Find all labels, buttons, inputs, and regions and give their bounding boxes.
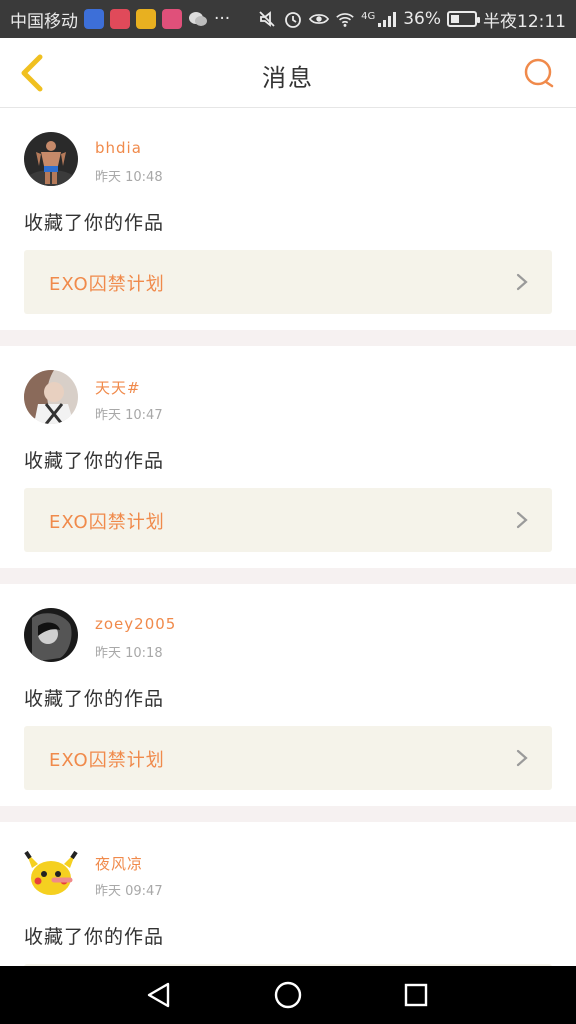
status-bar: 中国移动 ··· 4G 36% 半夜12:11 — [0, 0, 576, 38]
eye-icon — [309, 9, 330, 29]
message-time: 昨天 10:48 — [95, 170, 163, 185]
mute-icon — [257, 9, 277, 29]
chevron-right-icon — [516, 511, 528, 529]
app-header: 消息 — [0, 38, 576, 108]
screen: 中国移动 ··· 4G 36% 半夜12:11 消息 bhdia 昨天 10:4… — [0, 0, 576, 1024]
message-list[interactable]: bhdia 昨天 10:48 收藏了你的作品 EXO囚禁计划 天天# 昨天 10… — [0, 108, 576, 966]
message-action-text: 收藏了你的作品 — [24, 688, 165, 710]
message-time: 昨天 09:47 — [95, 884, 163, 899]
username-link[interactable]: bhdia — [95, 139, 142, 157]
app-notification-icon — [84, 9, 104, 29]
page-title: 消息 — [262, 64, 314, 92]
status-bar-left: 中国移动 ··· — [10, 7, 230, 32]
search-icon — [524, 58, 554, 88]
message-action-text: 收藏了你的作品 — [24, 212, 165, 234]
status-bar-right: 4G 36% 半夜12:11 — [257, 7, 566, 32]
circle-home-icon — [274, 981, 302, 1009]
message-action-text: 收藏了你的作品 — [24, 926, 165, 948]
avatar[interactable] — [24, 370, 78, 424]
message-time: 昨天 10:47 — [95, 408, 163, 423]
video-notification-icon — [162, 9, 182, 29]
signal-icon — [377, 9, 397, 29]
avatar[interactable] — [24, 132, 78, 186]
nav-recents-button[interactable] — [399, 978, 433, 1012]
alarm-icon — [283, 9, 303, 29]
username-link[interactable]: 夜风凉 — [95, 853, 143, 874]
chevron-right-icon — [516, 749, 528, 767]
message-time: 昨天 10:18 — [95, 646, 163, 661]
work-card[interactable]: EXO囚禁计划 — [24, 726, 552, 790]
carrier-label: 中国移动 — [10, 11, 78, 32]
system-navigation-bar — [0, 966, 576, 1024]
message-action-text: 收藏了你的作品 — [24, 450, 165, 472]
battery-level-fill — [451, 15, 459, 23]
work-card[interactable]: EXO囚禁计划 — [24, 488, 552, 552]
message-item[interactable]: bhdia 昨天 10:48 收藏了你的作品 EXO囚禁计划 — [0, 108, 576, 330]
message-item[interactable]: 夜风凉 昨天 09:47 收藏了你的作品 — [0, 822, 576, 966]
battery-icon — [447, 11, 480, 27]
battery-percentage: 36% — [403, 9, 441, 29]
work-card[interactable]: EXO囚禁计划 — [24, 250, 552, 314]
nav-back-button[interactable] — [142, 978, 176, 1012]
search-button[interactable] — [520, 54, 558, 92]
app-notification-icon — [110, 9, 130, 29]
work-title: EXO囚禁计划 — [49, 512, 165, 533]
username-link[interactable]: zoey2005 — [95, 615, 176, 633]
username-link[interactable]: 天天# — [95, 377, 141, 398]
status-time: 半夜12:11 — [483, 11, 566, 32]
message-item[interactable]: zoey2005 昨天 10:18 收藏了你的作品 EXO囚禁计划 — [0, 584, 576, 806]
wifi-icon — [335, 9, 355, 29]
work-title: EXO囚禁计划 — [49, 750, 165, 771]
work-title: EXO囚禁计划 — [49, 274, 165, 295]
list-separator — [0, 806, 576, 822]
square-recents-icon — [404, 983, 428, 1007]
more-notifications-indicator: ··· — [214, 9, 231, 29]
nav-home-button[interactable] — [271, 978, 305, 1012]
message-item[interactable]: 天天# 昨天 10:47 收藏了你的作品 EXO囚禁计划 — [0, 346, 576, 568]
wechat-icon — [188, 9, 208, 29]
avatar[interactable] — [24, 846, 78, 900]
music-notification-icon — [136, 9, 156, 29]
avatar[interactable] — [24, 608, 78, 662]
network-type-label: 4G — [361, 10, 376, 22]
list-separator — [0, 568, 576, 584]
triangle-back-icon — [147, 982, 170, 1008]
chevron-right-icon — [516, 273, 528, 291]
list-separator — [0, 330, 576, 346]
